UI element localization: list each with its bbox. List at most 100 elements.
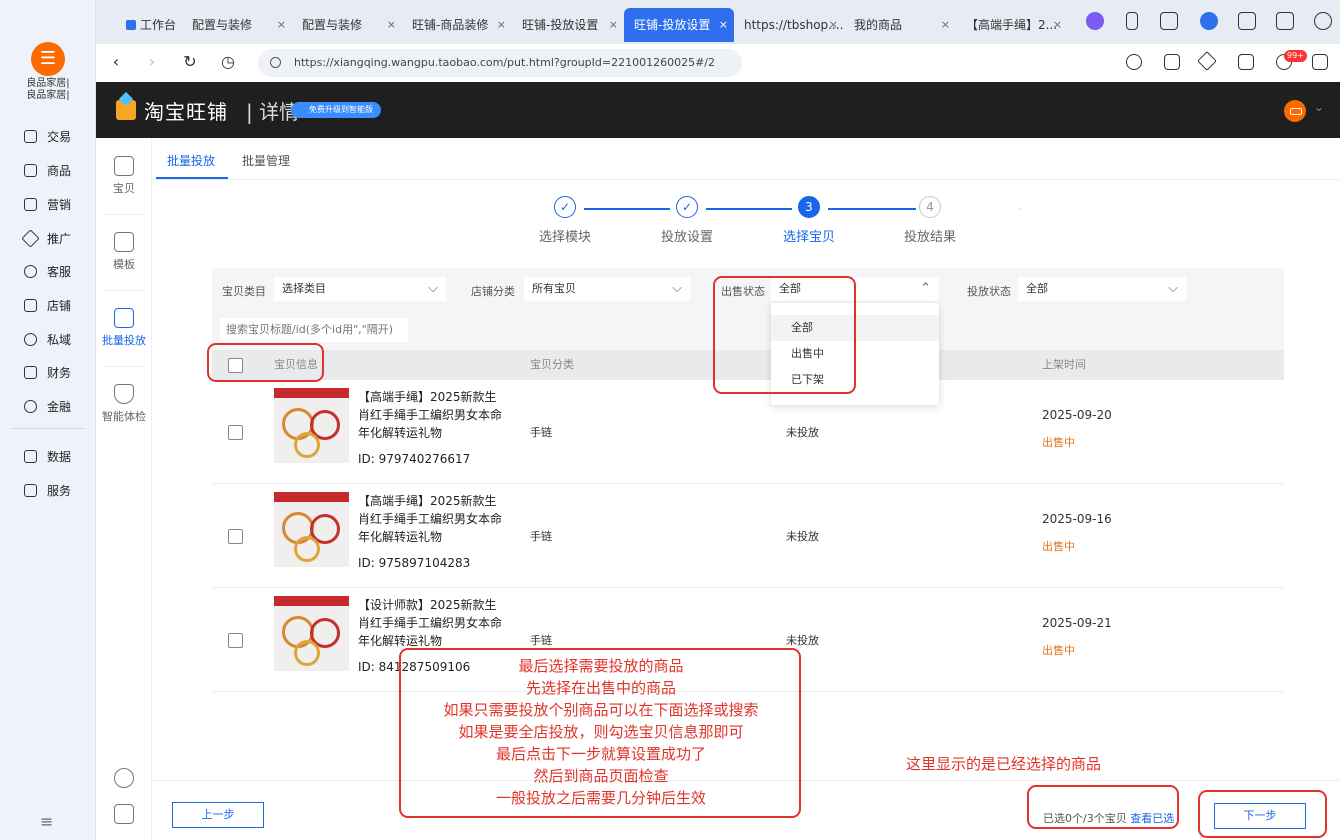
table-row: 【高端手绳】2025新款生肖红手绳手工编织男女本命年化解转运礼物 ID: 975… (212, 484, 1284, 588)
copy-icon[interactable] (1164, 54, 1180, 70)
money-bag-icon (24, 399, 37, 413)
subnav-item-health-check[interactable]: 智能体检 (96, 384, 152, 424)
notification-badge: 99+ (1284, 50, 1307, 62)
forward-button[interactable]: › (142, 52, 162, 72)
browser-tab-active[interactable]: 旺铺-投放设置 × (624, 8, 734, 42)
annotation-line: 如果是要全店投放，则勾选宝贝信息那即可 (458, 723, 744, 741)
profile-icon[interactable] (1200, 12, 1218, 30)
star-icon[interactable] (1197, 51, 1217, 71)
brand-title: 淘宝旺铺 (144, 100, 228, 124)
close-icon[interactable]: × (609, 8, 618, 42)
sidebar-item-service[interactable]: 客服 (24, 259, 92, 283)
row-checkbox[interactable] (228, 425, 243, 440)
product-title[interactable]: 【设计师款】2025新款生肖红手绳手工编织男女本命年化解转运礼物 (358, 596, 508, 650)
close-icon[interactable]: × (719, 8, 728, 42)
browser-tab[interactable]: 旺铺-投放设置 × (512, 8, 624, 42)
close-icon[interactable]: × (941, 8, 950, 42)
subnav-item-batch-put[interactable]: 批量投放 (96, 308, 152, 348)
tab-batch-manage[interactable]: 批量管理 (242, 152, 290, 169)
product-id: ID: 979740276617 (358, 452, 471, 466)
chevron-down-icon[interactable]: ⌄ (1314, 100, 1324, 114)
row-checkbox[interactable] (228, 529, 243, 544)
product-thumbnail[interactable] (274, 492, 349, 567)
folder-icon[interactable] (1238, 54, 1254, 70)
step-select-goods: 3 选择宝贝 (749, 196, 869, 245)
close-icon[interactable]: × (497, 8, 506, 42)
subnav-item-goods[interactable]: 宝贝 (96, 156, 152, 196)
sidebar-item-label: 营销 (47, 197, 72, 212)
chevron-down-icon: ⌵ (672, 281, 682, 296)
prev-step-button[interactable]: 上一步 (172, 802, 264, 828)
put-status: 未投放 (786, 634, 819, 647)
sidebar-item-label: 服务 (47, 483, 72, 498)
phone-icon[interactable] (1126, 12, 1138, 30)
sidebar-item-services[interactable]: 服务 (24, 478, 92, 502)
sidebar-item-banking[interactable]: 金融 (24, 394, 92, 418)
product-title[interactable]: 【高端手绳】2025新款生肖红手绳手工编织男女本命年化解转运礼物 (358, 492, 508, 546)
annotation-line: 最后选择需要投放的商品 (518, 657, 684, 675)
url-field[interactable]: https://xiangqing.wangpu.taobao.com/put.… (258, 49, 742, 77)
browser-tab[interactable]: 我的商品 × (844, 8, 956, 42)
assistant-icon[interactable] (1086, 12, 1104, 30)
product-thumbnail[interactable] (274, 596, 349, 671)
subnav-divider (104, 214, 144, 215)
history-button[interactable]: ◷ (218, 52, 238, 72)
sidebar-item-goods[interactable]: 商品 (24, 158, 92, 182)
search-input[interactable] (220, 318, 408, 342)
sidebar-item-private[interactable]: 私域 (24, 327, 92, 351)
annotation-selected-note: 这里显示的是已经选择的商品 (906, 755, 1102, 773)
close-icon[interactable]: × (1053, 8, 1062, 42)
list-date: 2025-09-20 (1042, 408, 1112, 422)
sidebar-item-promotion[interactable]: 推广 (21, 226, 92, 250)
browser-tab[interactable]: 旺铺-商品装修 × (402, 8, 512, 42)
tablet-icon[interactable] (1160, 12, 1178, 30)
user-button[interactable] (96, 768, 152, 792)
shop-category-select[interactable]: 所有宝贝 ⌵ (524, 277, 690, 301)
sidebar-item-shop[interactable]: 店铺 (24, 293, 92, 317)
sidebar-item-label: 店铺 (47, 298, 72, 313)
browser-tab[interactable]: https://tbshop.... × (734, 8, 844, 42)
sidebar-item-marketing[interactable]: 营销 (24, 192, 92, 216)
chat-icon[interactable] (1312, 54, 1328, 70)
marketing-icon (24, 197, 37, 211)
settings-icon[interactable] (1314, 12, 1332, 30)
edit-icon[interactable] (1238, 12, 1256, 30)
speed-icon[interactable] (1126, 54, 1142, 70)
close-icon[interactable]: × (387, 8, 396, 42)
sidebar-item-finance[interactable]: 财务 (24, 360, 92, 384)
annotation-line: 先选择在出售中的商品 (525, 679, 676, 697)
back-button[interactable]: ‹ (106, 52, 126, 72)
upgrade-promo-button[interactable]: 免费升级到智能版 (291, 102, 381, 118)
menu-icon[interactable]: ≡ (40, 812, 53, 831)
category-select[interactable]: 选择类目 ⌵ (274, 277, 446, 301)
put-status-select[interactable]: 全部 ⌵ (1018, 277, 1186, 301)
sidebar-item-trade[interactable]: 交易 (24, 124, 92, 148)
subnav-item-template[interactable]: 模板 (96, 232, 152, 272)
row-checkbox[interactable] (228, 633, 243, 648)
chart-icon (24, 449, 37, 463)
shop-logo[interactable]: ☰ (31, 42, 65, 76)
sidebar-item-data[interactable]: 数据 (24, 444, 92, 468)
close-icon[interactable]: × (829, 8, 838, 42)
product-category: 手链 (530, 530, 552, 543)
headset-icon (24, 264, 37, 278)
annotation-box-select-all (207, 343, 324, 382)
reload-button[interactable]: ↻ (180, 52, 200, 72)
users-icon (24, 332, 37, 346)
product-thumbnail[interactable] (274, 388, 349, 463)
close-icon[interactable]: × (277, 8, 286, 42)
browser-tab[interactable]: 配置与装修 × (182, 8, 292, 42)
subnav-divider (104, 366, 144, 367)
list-date: 2025-09-16 (1042, 512, 1112, 526)
user-avatar[interactable] (1284, 100, 1306, 122)
column-header-time: 上架时间 (1042, 358, 1086, 371)
product-title[interactable]: 【高端手绳】2025新款生肖红手绳手工编织男女本命年化解转运礼物 (358, 388, 508, 442)
check-icon: ✓ (554, 196, 576, 218)
edit-button[interactable] (96, 804, 152, 828)
browser-tab[interactable]: 【高端手绳】2... × (956, 8, 1068, 42)
shirt-icon[interactable] (1276, 12, 1294, 30)
step-put-settings: ✓ 投放设置 (627, 196, 747, 245)
browser-tab[interactable]: 配置与装修 × (292, 8, 402, 42)
tab-batch-put[interactable]: 批量投放 (167, 152, 215, 169)
step-number: 3 (798, 196, 820, 218)
